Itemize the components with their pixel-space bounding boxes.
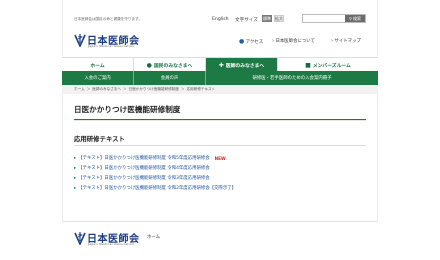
search-button[interactable]: ⚲ 検索: [345, 15, 365, 22]
jma-logo-icon: [74, 232, 86, 245]
triangle-right-icon: ▸: [74, 165, 77, 171]
breadcrumb: ホーム ＞ 医師のみなさまへ ＞ 日医かかりつけ医機能研修制度 ＞ 応用研修テキ…: [74, 87, 215, 92]
sitemap-link[interactable]: › サイトマップ: [331, 38, 361, 44]
font-size-standard-button[interactable]: 標準: [262, 15, 272, 22]
breadcrumb-doctor[interactable]: 医師のみなさまへ: [92, 87, 121, 92]
search-icon: ⚲: [349, 16, 352, 21]
breadcrumb-separator: ＞: [123, 87, 127, 91]
document-link[interactable]: 【テキスト】日医かかりつけ医機能研修制度 令和4年度応用研修会: [78, 165, 209, 171]
chevron-right-icon: ›: [331, 38, 333, 44]
list-item[interactable]: ▸ 【テキスト】日医かかりつけ医機能研修制度 令和3年度応用研修会: [74, 173, 366, 183]
list-item[interactable]: ▸ 【テキスト】日医かかりつけ医機能研修制度 令和2年度応用研修会【交際示了】: [74, 183, 366, 193]
breadcrumb-program[interactable]: 日医かかりつけ医機能研修制度: [129, 87, 179, 92]
chevron-right-icon: ›: [272, 38, 274, 44]
triangle-right-icon: ▸: [74, 185, 77, 191]
nav-doctor[interactable]: ✚ 医師のみなさまへ: [206, 58, 278, 72]
access-link-label: アクセス: [245, 39, 264, 45]
nav-members[interactable]: ■ メンバーズルーム: [278, 58, 378, 72]
breadcrumb-current: 応用研修テキスト: [186, 87, 216, 91]
site-tagline: 日本医師会は国民の命と健康を守ります。: [74, 17, 142, 21]
footer-logo-subtitle: Japan Medical Association: [88, 242, 135, 246]
new-badge: NEW: [214, 155, 226, 161]
sub-nav: 入会のご案内 会員の声 研修医・若手医師のための入会案内冊子: [62, 71, 378, 85]
nav-doctor-label: 医師のみなさまへ: [225, 63, 265, 69]
list-item[interactable]: ▸ 【テキスト】日医かかりつけ医機能研修制度 令和4年度応用研修会: [74, 163, 366, 173]
triangle-right-icon: ▸: [74, 155, 77, 161]
font-size-large-button[interactable]: 拡大: [274, 15, 284, 22]
page-title: 日医かかりつけ医機能研修制度: [74, 105, 181, 114]
nav-home[interactable]: ホーム: [62, 58, 134, 72]
section-heading: 応用研修テキスト: [74, 135, 125, 143]
english-link[interactable]: English: [212, 15, 229, 24]
map-pin-icon: ●: [239, 38, 245, 45]
subnav-membership[interactable]: 入会のご案内: [62, 71, 134, 85]
search-button-label: 検索: [352, 15, 361, 21]
document-list: ▸ 【テキスト】日医かかりつけ医機能研修制度 令和5年度応用研修会 NEW ▸ …: [74, 153, 366, 193]
search-input[interactable]: [303, 15, 347, 22]
list-item[interactable]: ▸ 【テキスト】日医かかりつけ医機能研修制度 令和5年度応用研修会 NEW: [74, 153, 366, 163]
triangle-right-icon: ▸: [74, 175, 77, 181]
logo-subtitle: Japan Medical Association: [88, 44, 135, 48]
nav-public[interactable]: ● 国民のみなさまへ: [134, 58, 206, 72]
footer-home-link[interactable]: ホーム: [147, 234, 160, 240]
section-divider: [74, 145, 366, 146]
document-link[interactable]: 【テキスト】日医かかりつけ医機能研修制度 令和5年度応用研修会: [78, 155, 209, 161]
jma-logo-icon: [74, 34, 86, 47]
about-link-label: 日本医師会について: [275, 39, 315, 44]
breadcrumb-home[interactable]: ホーム: [74, 87, 85, 92]
subnav-young-doctors[interactable]: 研修医・若手医師のための入会案内冊子: [206, 71, 378, 85]
people-icon: ●: [146, 61, 152, 69]
nav-public-label: 国民のみなさまへ: [153, 63, 193, 69]
font-size-label: 文字サイズ: [235, 17, 258, 23]
title-divider-shadow: [74, 120, 366, 121]
about-link[interactable]: › 日本医師会について: [272, 38, 315, 44]
document-link[interactable]: 【テキスト】日医かかりつけ医機能研修制度 令和3年度応用研修会: [78, 175, 209, 181]
breadcrumb-separator: ＞: [180, 87, 185, 91]
access-link[interactable]: ● アクセス: [239, 38, 263, 45]
doctor-icon: ✚: [218, 61, 224, 69]
sitemap-link-label: サイトマップ: [334, 39, 361, 44]
global-nav: ホーム ● 国民のみなさまへ ✚ 医師のみなさまへ ■ メンバーズルーム: [62, 57, 378, 72]
search-box: ⚲ 検索: [302, 14, 366, 23]
breadcrumb-separator: ＞: [86, 87, 91, 91]
member-icon: ■: [305, 61, 311, 69]
page: 日本医師会は国民の命と健康を守ります。 English 文字サイズ 標準 拡大 …: [0, 0, 440, 260]
subnav-member-voices[interactable]: 会員の声: [134, 71, 206, 85]
document-link[interactable]: 【テキスト】日医かかりつけ医機能研修制度 令和2年度応用研修会【交際示了】: [78, 185, 236, 191]
nav-members-label: メンバーズルーム: [312, 63, 351, 69]
